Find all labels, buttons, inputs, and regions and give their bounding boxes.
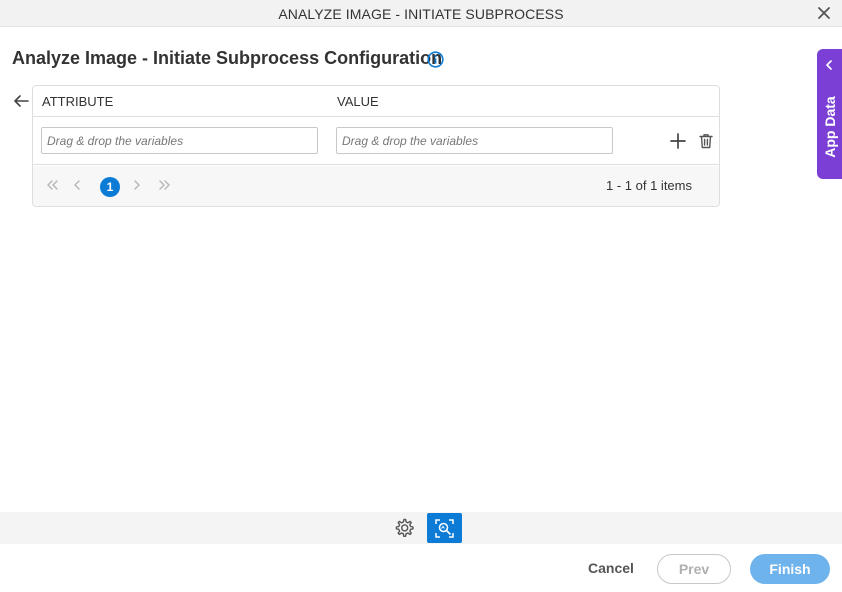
- next-page-icon[interactable]: [130, 178, 144, 192]
- column-header-attribute: ATTRIBUTE: [42, 94, 114, 109]
- bottom-toolbar: [0, 512, 842, 544]
- trash-icon[interactable]: [697, 132, 715, 150]
- image-search-icon: [435, 519, 454, 538]
- arrow-left-icon[interactable]: [13, 94, 29, 108]
- prev-page-icon[interactable]: [70, 178, 84, 192]
- page-title: Analyze Image - Initiate Subprocess Conf…: [12, 48, 443, 68]
- close-icon[interactable]: [816, 5, 832, 21]
- last-page-icon[interactable]: [158, 178, 172, 192]
- gear-icon[interactable]: [393, 517, 415, 539]
- table-row: [33, 117, 719, 165]
- column-header-value: VALUE: [337, 94, 379, 109]
- value-drop-field[interactable]: [336, 127, 613, 154]
- app-data-panel-tab[interactable]: App Data: [817, 49, 842, 179]
- chevron-left-icon: [826, 60, 832, 70]
- page-number-current[interactable]: 1: [100, 177, 120, 197]
- grid-header: ATTRIBUTE VALUE: [33, 86, 719, 117]
- plus-icon[interactable]: [669, 132, 687, 150]
- analyze-image-tool-button[interactable]: [427, 513, 462, 543]
- pager-info: 1 - 1 of 1 items: [606, 178, 692, 193]
- window-title: ANALYZE IMAGE - INITIATE SUBPROCESS: [278, 6, 564, 22]
- prev-button[interactable]: Prev: [657, 554, 731, 584]
- mapping-grid: ATTRIBUTE VALUE 1 1 - 1 of 1 items: [32, 85, 720, 207]
- pager: 1 1 - 1 of 1 items: [33, 166, 719, 206]
- attribute-drop-field[interactable]: [41, 127, 318, 154]
- info-icon[interactable]: [427, 51, 444, 68]
- finish-button[interactable]: Finish: [750, 554, 830, 584]
- title-bar: ANALYZE IMAGE - INITIATE SUBPROCESS: [0, 0, 842, 27]
- first-page-icon[interactable]: [45, 178, 59, 192]
- cancel-button[interactable]: Cancel: [588, 560, 634, 576]
- app-data-label: App Data: [821, 96, 838, 158]
